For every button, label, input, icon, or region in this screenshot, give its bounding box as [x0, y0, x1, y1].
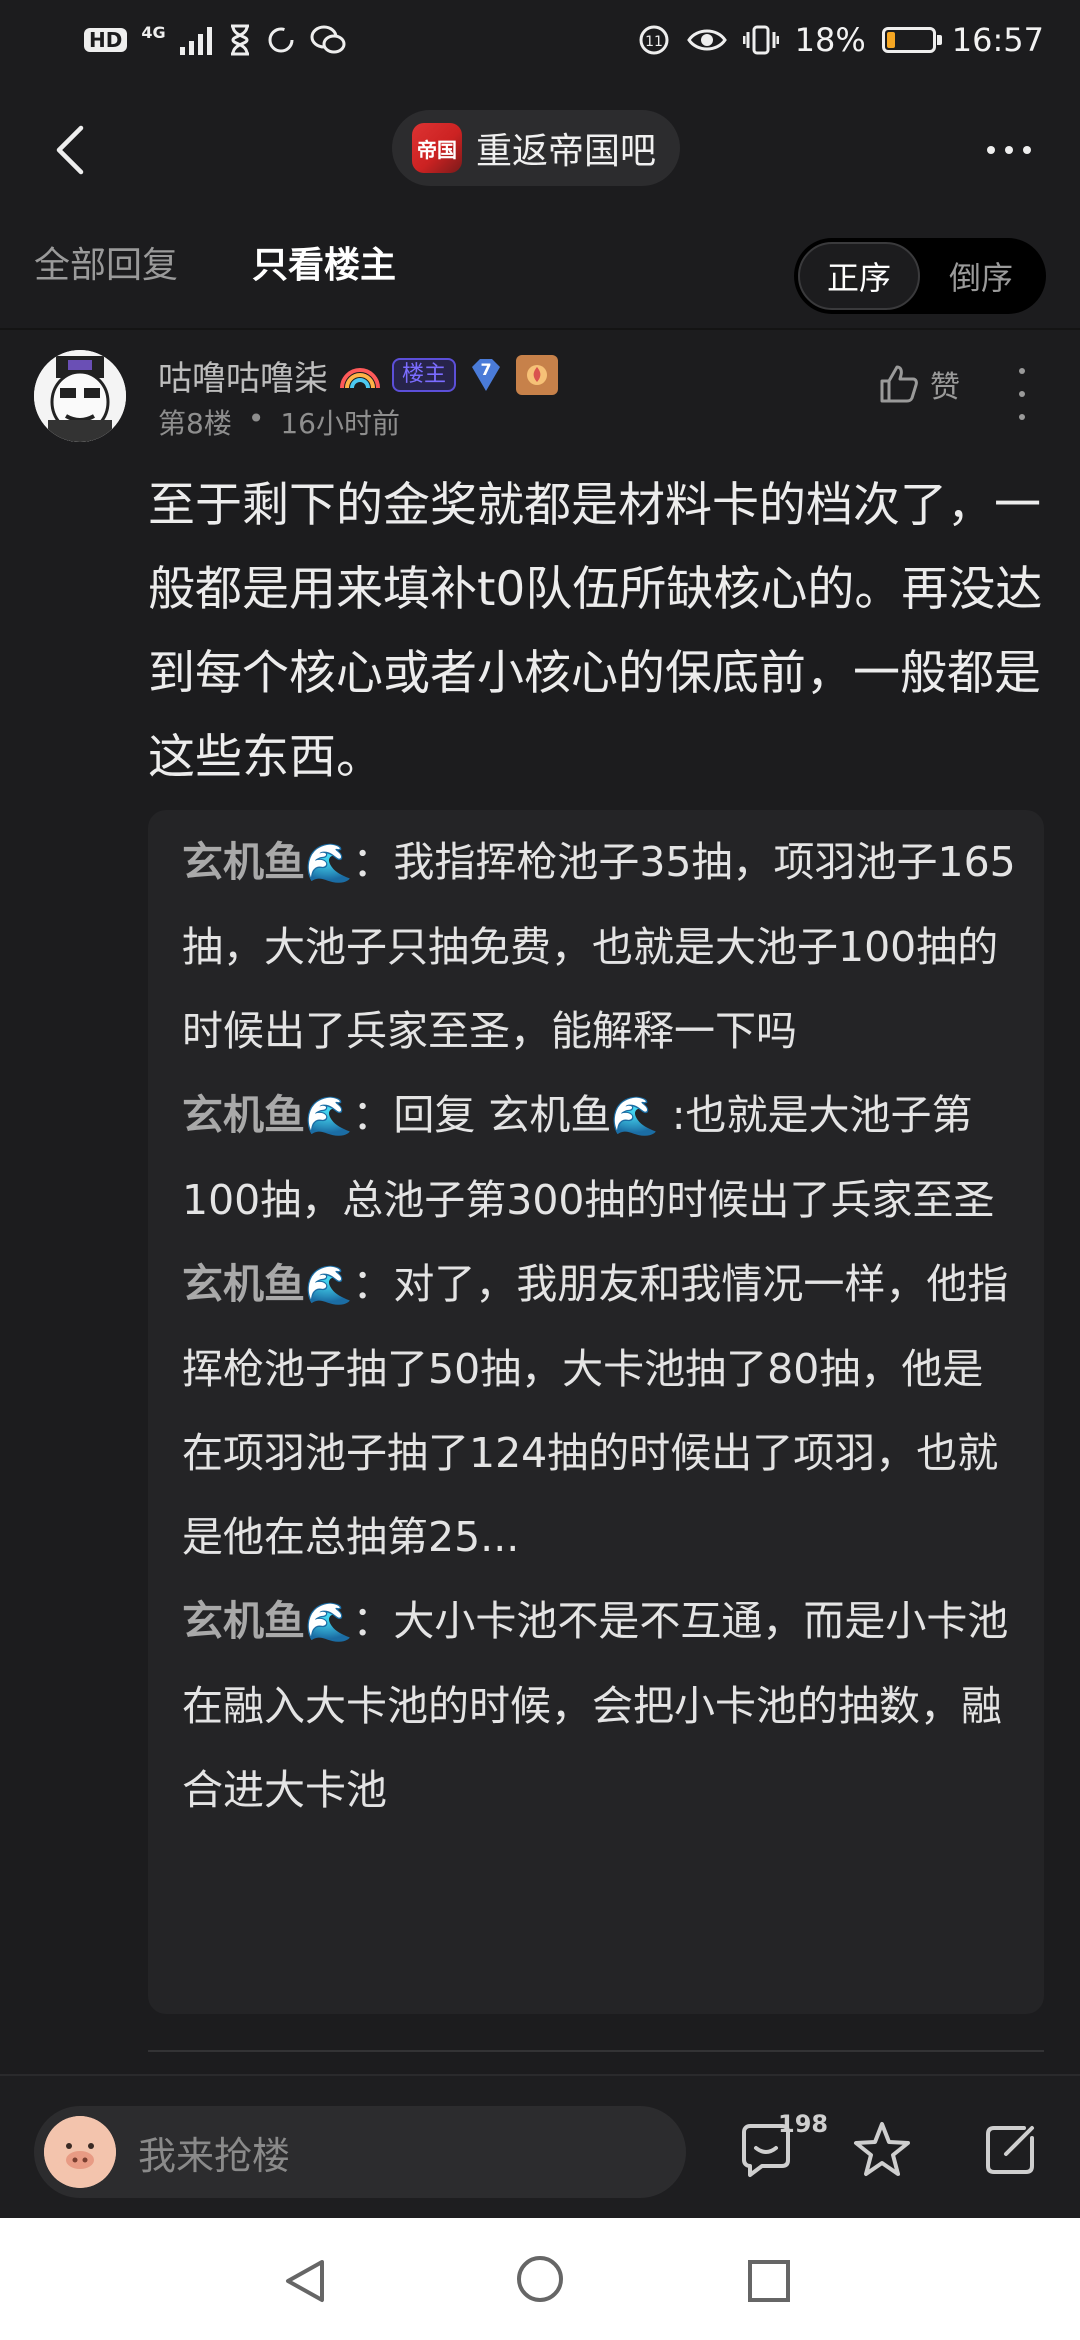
status-right: 11 18% 16:57: [637, 18, 1044, 62]
owner-badge: 楼主: [392, 358, 457, 392]
sub-replies: 玄机鱼🌊：我指挥枪池子35抽，项羽池子165抽，大池子只抽免费，也就是大池子10…: [182, 820, 1022, 1832]
data-saver-icon: 11: [639, 25, 669, 55]
sync-circle-icon: [268, 27, 294, 53]
author-name[interactable]: 咕噜咕噜柒: [158, 351, 328, 400]
wave-emoji: 🌊: [611, 1094, 659, 1138]
battery-icon: [881, 27, 942, 53]
like-button[interactable]: 赞: [878, 362, 960, 406]
sub-reply-author[interactable]: 玄机鱼: [182, 1597, 305, 1645]
divider: [148, 2050, 1044, 2052]
like-label: 赞: [930, 370, 960, 405]
reply-target[interactable]: 玄机鱼: [488, 1091, 611, 1139]
sort-ascending-button[interactable]: 正序: [798, 242, 920, 310]
filter-bar: 全部回复 只看楼主 正序 倒序: [0, 230, 1080, 326]
sub-reply[interactable]: 玄机鱼🌊：对了，我朋友和我情况一样，他指挥枪池子抽了50抽，大卡池抽了80抽，他…: [182, 1242, 1022, 1579]
comment-count: 198: [778, 2110, 829, 2138]
svg-text:11: 11: [645, 34, 663, 50]
star-icon[interactable]: [850, 2118, 914, 2182]
floor-number: 第8楼: [158, 407, 232, 440]
chevron-left-icon: [56, 125, 84, 175]
share-icon[interactable]: [980, 2120, 1040, 2180]
sub-reply[interactable]: 玄机鱼🌊：回复 玄机鱼🌊 :也就是大池子第100抽，总池子第300抽的时候出了兵…: [182, 1073, 1022, 1242]
tab-all-replies[interactable]: 全部回复: [34, 244, 178, 288]
post-body: 至于剩下的金奖就都是材料卡的档次了，一般都是用来填补t0队伍所缺核心的。再没达到…: [148, 478, 1043, 785]
author-row: 咕噜咕噜柒 楼主 7: [158, 350, 559, 400]
more-options-button[interactable]: [974, 120, 1044, 180]
network-type: 4G: [141, 22, 166, 42]
forum-title-pill[interactable]: 帝国 重返帝国吧: [392, 110, 681, 186]
post-more-button[interactable]: [1010, 368, 1034, 420]
level-badge: 7: [466, 355, 506, 395]
dot-icon: [1019, 368, 1025, 374]
sub-replies-box[interactable]: 玄机鱼🌊：我指挥枪池子35抽，项羽池子165抽，大池子只抽免费，也就是大池子10…: [148, 810, 1044, 2014]
dot-icon: [1023, 146, 1031, 154]
sub-reply-separator: ：: [352, 1260, 394, 1308]
wave-emoji: 🌊: [305, 1094, 353, 1138]
status-bar: HD 4G 11 18% 16:57: [0, 0, 1080, 80]
pig-face-icon: [44, 2116, 116, 2188]
dot-icon: [1019, 414, 1025, 420]
user-avatar: [44, 2116, 116, 2188]
post-meta: 第8楼 • 16小时前: [158, 402, 400, 442]
sub-reply-author[interactable]: 玄机鱼: [182, 838, 305, 886]
dot-icon: [1005, 146, 1013, 154]
top-nav: 帝国 重返帝国吧: [0, 90, 1080, 210]
sub-reply-separator: ：: [352, 1091, 394, 1139]
wechat-icon: [310, 25, 346, 54]
wave-emoji: 🌊: [305, 1600, 353, 1644]
sub-reply[interactable]: 玄机鱼🌊：大小卡池不是不互通，而是小卡池在融入大卡池的时候，会把小卡池的抽数，融…: [182, 1579, 1022, 1832]
clock: 16:57: [951, 21, 1044, 59]
bottom-reply-bar: 我来抢楼 198: [0, 2074, 1080, 2218]
hd-badge: HD: [84, 28, 128, 52]
back-button[interactable]: [40, 118, 100, 182]
thumbs-up-icon: [880, 365, 918, 403]
meta-separator: •: [247, 402, 265, 435]
tab-owner-only[interactable]: 只看楼主: [252, 244, 396, 288]
vibrate-icon: [742, 25, 779, 55]
triangle-back-icon[interactable]: [280, 2256, 330, 2306]
sub-reply-author[interactable]: 玄机鱼: [182, 1260, 305, 1308]
fire-medal-icon: [527, 365, 548, 385]
divider: [0, 328, 1080, 330]
battery-fill: [886, 32, 896, 48]
circle-home-icon[interactable]: [515, 2254, 565, 2304]
system-navigation-bar: [0, 2218, 1080, 2340]
post-time: 16小时前: [280, 407, 400, 440]
reply-placeholder: 我来抢楼: [138, 2133, 291, 2178]
rainbow-icon: [340, 368, 380, 389]
square-recent-icon[interactable]: [746, 2258, 792, 2304]
eye-icon: [686, 29, 727, 51]
sort-descending-button[interactable]: 倒序: [920, 242, 1042, 310]
cartoon-face-icon: [34, 350, 126, 442]
wave-emoji: 🌊: [305, 841, 353, 885]
sub-reply[interactable]: 玄机鱼🌊：我指挥枪池子35抽，项羽池子165抽，大池子只抽免费，也就是大池子10…: [182, 820, 1022, 1073]
signal-icon: [179, 27, 212, 55]
dot-icon: [1019, 391, 1025, 397]
sort-toggle: 正序 倒序: [794, 238, 1046, 314]
level-number: 7: [480, 360, 492, 379]
status-left: HD 4G: [84, 18, 346, 62]
battery-percent: 18%: [794, 21, 866, 59]
forum-logo: 帝国: [412, 123, 462, 173]
sub-reply-separator: ：: [352, 1597, 394, 1645]
forum-name: 重返帝国吧: [476, 131, 657, 172]
reply-input[interactable]: 我来抢楼: [34, 2106, 686, 2198]
wave-emoji: 🌊: [305, 1263, 353, 1307]
reply-prefix: 回复: [393, 1091, 489, 1139]
sub-reply-separator: ：: [352, 838, 394, 886]
sub-reply-author[interactable]: 玄机鱼: [182, 1091, 305, 1139]
dot-icon: [987, 146, 995, 154]
hourglass-icon: [230, 24, 249, 56]
medal-icon: [516, 355, 559, 395]
avatar[interactable]: [34, 350, 126, 442]
